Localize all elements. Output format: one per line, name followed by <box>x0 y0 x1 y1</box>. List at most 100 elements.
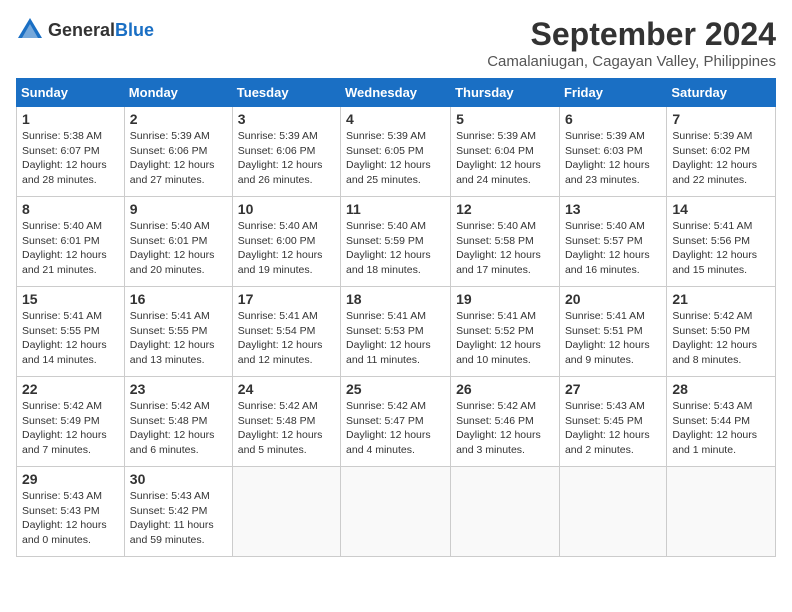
day-info: Sunrise: 5:41 AMSunset: 5:55 PMDaylight:… <box>130 309 227 368</box>
header-sunday: Sunday <box>17 79 125 107</box>
table-row: 1 Sunrise: 5:38 AMSunset: 6:07 PMDaylight… <box>17 107 125 197</box>
table-row: 26 Sunrise: 5:42 AMSunset: 5:46 PMDayligh… <box>451 377 560 467</box>
table-row: 15 Sunrise: 5:41 AMSunset: 5:55 PMDayligh… <box>17 287 125 377</box>
table-row: 30 Sunrise: 5:43 AMSunset: 5:42 PMDayligh… <box>124 467 232 557</box>
table-row: 20 Sunrise: 5:41 AMSunset: 5:51 PMDayligh… <box>559 287 666 377</box>
day-info: Sunrise: 5:43 AMSunset: 5:42 PMDaylight:… <box>130 489 227 548</box>
day-info: Sunrise: 5:39 AMSunset: 6:04 PMDaylight:… <box>456 129 554 188</box>
day-number: 10 <box>238 201 335 217</box>
table-row: 11 Sunrise: 5:40 AMSunset: 5:59 PMDayligh… <box>341 197 451 287</box>
logo-icon <box>16 16 44 44</box>
calendar-header-row: Sunday Monday Tuesday Wednesday Thursday… <box>17 79 776 107</box>
day-info: Sunrise: 5:43 AMSunset: 5:45 PMDaylight:… <box>565 399 661 458</box>
day-number: 2 <box>130 111 227 127</box>
day-number: 20 <box>565 291 661 307</box>
table-row: 6Sunrise: 5:39 AMSunset: 6:03 PMDaylight… <box>559 107 666 197</box>
day-number: 30 <box>130 471 227 487</box>
table-row: 19Sunrise: 5:41 AMSunset: 5:52 PMDayligh… <box>451 287 560 377</box>
calendar-week-row: 1 Sunrise: 5:38 AMSunset: 6:07 PMDaylight… <box>17 107 776 197</box>
title-section: September 2024 Camalaniugan, Cagayan Val… <box>487 16 776 70</box>
day-info: Sunrise: 5:41 AMSunset: 5:53 PMDaylight:… <box>346 309 445 368</box>
day-number: 17 <box>238 291 335 307</box>
table-row: 8Sunrise: 5:40 AMSunset: 6:01 PMDaylight… <box>17 197 125 287</box>
day-info: Sunrise: 5:38 AMSunset: 6:07 PMDaylight:… <box>22 129 119 188</box>
table-row <box>667 467 776 557</box>
table-row: 13 Sunrise: 5:40 AMSunset: 5:57 PMDayligh… <box>559 197 666 287</box>
day-info: Sunrise: 5:40 AMSunset: 6:00 PMDaylight:… <box>238 219 335 278</box>
day-number: 7 <box>672 111 770 127</box>
day-number: 26 <box>456 381 554 397</box>
day-number: 9 <box>130 201 227 217</box>
calendar-week-row: 22 Sunrise: 5:42 AMSunset: 5:49 PMDayligh… <box>17 377 776 467</box>
day-number: 18 <box>346 291 445 307</box>
day-number: 13 <box>565 201 661 217</box>
table-row: 10 Sunrise: 5:40 AMSunset: 6:00 PMDayligh… <box>232 197 340 287</box>
calendar-week-row: 29 Sunrise: 5:43 AMSunset: 5:43 PMDayligh… <box>17 467 776 557</box>
table-row: 16 Sunrise: 5:41 AMSunset: 5:55 PMDayligh… <box>124 287 232 377</box>
table-row: 18 Sunrise: 5:41 AMSunset: 5:53 PMDayligh… <box>341 287 451 377</box>
table-row: 29 Sunrise: 5:43 AMSunset: 5:43 PMDayligh… <box>17 467 125 557</box>
table-row: 3Sunrise: 5:39 AMSunset: 6:06 PMDaylight… <box>232 107 340 197</box>
day-info: Sunrise: 5:40 AMSunset: 5:57 PMDaylight:… <box>565 219 661 278</box>
header-wednesday: Wednesday <box>341 79 451 107</box>
page-header: GeneralBlue September 2024 Camalaniugan,… <box>16 16 776 70</box>
day-number: 14 <box>672 201 770 217</box>
calendar-table: Sunday Monday Tuesday Wednesday Thursday… <box>16 78 776 557</box>
table-row <box>559 467 666 557</box>
table-row: 28Sunrise: 5:43 AMSunset: 5:44 PMDayligh… <box>667 377 776 467</box>
day-info: Sunrise: 5:40 AMSunset: 6:01 PMDaylight:… <box>22 219 119 278</box>
table-row: 21 Sunrise: 5:42 AMSunset: 5:50 PMDayligh… <box>667 287 776 377</box>
header-monday: Monday <box>124 79 232 107</box>
day-number: 11 <box>346 201 445 217</box>
day-info: Sunrise: 5:41 AMSunset: 5:52 PMDaylight:… <box>456 309 554 368</box>
table-row <box>232 467 340 557</box>
day-info: Sunrise: 5:41 AMSunset: 5:56 PMDaylight:… <box>672 219 770 278</box>
day-info: Sunrise: 5:42 AMSunset: 5:50 PMDaylight:… <box>672 309 770 368</box>
day-info: Sunrise: 5:43 AMSunset: 5:44 PMDaylight:… <box>672 399 770 458</box>
header-friday: Friday <box>559 79 666 107</box>
day-info: Sunrise: 5:42 AMSunset: 5:49 PMDaylight:… <box>22 399 119 458</box>
day-info: Sunrise: 5:39 AMSunset: 6:02 PMDaylight:… <box>672 129 770 188</box>
day-number: 21 <box>672 291 770 307</box>
day-number: 5 <box>456 111 554 127</box>
day-info: Sunrise: 5:39 AMSunset: 6:06 PMDaylight:… <box>238 129 335 188</box>
month-title: September 2024 <box>487 16 776 53</box>
table-row <box>451 467 560 557</box>
day-number: 1 <box>22 111 119 127</box>
table-row: 27 Sunrise: 5:43 AMSunset: 5:45 PMDayligh… <box>559 377 666 467</box>
day-info: Sunrise: 5:40 AMSunset: 5:59 PMDaylight:… <box>346 219 445 278</box>
day-number: 23 <box>130 381 227 397</box>
day-number: 6 <box>565 111 661 127</box>
table-row: 23Sunrise: 5:42 AMSunset: 5:48 PMDayligh… <box>124 377 232 467</box>
day-info: Sunrise: 5:41 AMSunset: 5:55 PMDaylight:… <box>22 309 119 368</box>
day-info: Sunrise: 5:39 AMSunset: 6:06 PMDaylight:… <box>130 129 227 188</box>
table-row: 17Sunrise: 5:41 AMSunset: 5:54 PMDayligh… <box>232 287 340 377</box>
day-number: 22 <box>22 381 119 397</box>
day-number: 29 <box>22 471 119 487</box>
day-info: Sunrise: 5:42 AMSunset: 5:46 PMDaylight:… <box>456 399 554 458</box>
header-thursday: Thursday <box>451 79 560 107</box>
table-row: 4 Sunrise: 5:39 AMSunset: 6:05 PMDaylight… <box>341 107 451 197</box>
table-row: 2 Sunrise: 5:39 AMSunset: 6:06 PMDaylight… <box>124 107 232 197</box>
logo-general: General <box>48 20 115 40</box>
day-number: 27 <box>565 381 661 397</box>
day-info: Sunrise: 5:41 AMSunset: 5:51 PMDaylight:… <box>565 309 661 368</box>
day-number: 16 <box>130 291 227 307</box>
day-info: Sunrise: 5:42 AMSunset: 5:47 PMDaylight:… <box>346 399 445 458</box>
day-info: Sunrise: 5:40 AMSunset: 6:01 PMDaylight:… <box>130 219 227 278</box>
table-row: 7 Sunrise: 5:39 AMSunset: 6:02 PMDaylight… <box>667 107 776 197</box>
table-row: 12 Sunrise: 5:40 AMSunset: 5:58 PMDayligh… <box>451 197 560 287</box>
logo: GeneralBlue <box>16 16 154 44</box>
day-number: 4 <box>346 111 445 127</box>
table-row <box>341 467 451 557</box>
day-info: Sunrise: 5:39 AMSunset: 6:05 PMDaylight:… <box>346 129 445 188</box>
table-row: 9 Sunrise: 5:40 AMSunset: 6:01 PMDaylight… <box>124 197 232 287</box>
day-number: 15 <box>22 291 119 307</box>
table-row: 25Sunrise: 5:42 AMSunset: 5:47 PMDayligh… <box>341 377 451 467</box>
day-info: Sunrise: 5:40 AMSunset: 5:58 PMDaylight:… <box>456 219 554 278</box>
day-info: Sunrise: 5:43 AMSunset: 5:43 PMDaylight:… <box>22 489 119 548</box>
day-number: 12 <box>456 201 554 217</box>
header-saturday: Saturday <box>667 79 776 107</box>
table-row: 14 Sunrise: 5:41 AMSunset: 5:56 PMDayligh… <box>667 197 776 287</box>
calendar-week-row: 15 Sunrise: 5:41 AMSunset: 5:55 PMDayligh… <box>17 287 776 377</box>
